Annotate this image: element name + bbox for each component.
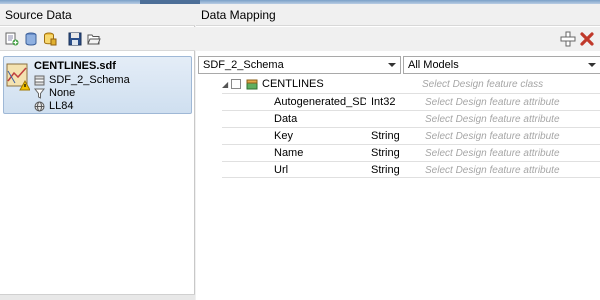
chevron-down-icon	[388, 63, 396, 67]
attribute-name: Key	[274, 130, 293, 142]
sdf-map-icon	[6, 63, 30, 91]
attribute-type: String	[371, 147, 400, 159]
attribute-row[interactable]: Autogenerated_SD... Int32 Select Design …	[222, 93, 600, 110]
attribute-hint[interactable]: Select Design feature attribute	[425, 128, 560, 145]
models-select[interactable]: All Models	[403, 56, 600, 74]
source-coordsys-row: LL84	[34, 100, 73, 112]
attribute-name: Url	[274, 164, 289, 176]
add-database-icon[interactable]	[23, 31, 39, 47]
delete-icon[interactable]	[579, 31, 595, 47]
add-yellow-database-icon[interactable]	[42, 31, 58, 47]
source-toolbar	[0, 27, 195, 51]
add-source-icon[interactable]	[4, 31, 20, 47]
collapse-triangle-icon[interactable]: ◢	[222, 76, 228, 93]
data-mapping-panel: Data Mapping SDF_2_Schema All Models ◢ C…	[196, 4, 600, 300]
feature-class-row[interactable]: ◢ CENTLINES Select Design feature class	[222, 76, 600, 93]
mapping-toolbar	[196, 27, 600, 51]
source-filter-label: None	[49, 87, 76, 99]
attribute-name: Data	[274, 113, 298, 125]
schema-select-value: SDF_2_Schema	[203, 59, 284, 71]
source-schema-label: SDF_2_Schema	[49, 74, 130, 86]
attribute-name: Autogenerated_SD...	[274, 96, 366, 108]
attribute-type: Int32	[371, 96, 396, 108]
source-item-centlines[interactable]: CENTLINES.sdf SDF_2_Schema None LL84	[3, 56, 192, 114]
models-select-value: All Models	[408, 59, 459, 71]
data-mapping-title: Data Mapping	[196, 4, 600, 26]
attribute-hint[interactable]: Select Design feature attribute	[425, 94, 560, 111]
attribute-row[interactable]: Data Select Design feature attribute	[222, 110, 600, 127]
filter-icon	[34, 88, 45, 99]
attribute-row[interactable]: Key String Select Design feature attribu…	[222, 127, 600, 144]
source-schema-row: SDF_2_Schema	[34, 74, 130, 86]
attribute-row[interactable]: Url String Select Design feature attribu…	[222, 161, 600, 178]
source-data-title: Source Data	[0, 4, 195, 26]
open-folder-icon[interactable]	[86, 31, 102, 47]
attribute-type: String	[371, 130, 400, 142]
feature-class-checkbox[interactable]	[231, 79, 241, 89]
add-icon[interactable]	[560, 31, 576, 47]
source-coordsys-label: LL84	[49, 100, 74, 112]
source-file-name: CENTLINES.sdf	[34, 60, 116, 72]
globe-icon	[34, 101, 45, 112]
source-data-panel: Source Data CENTLINES.sdf SDF_2_Schema N…	[0, 4, 195, 300]
left-panel-scrollbar[interactable]	[0, 294, 195, 300]
schema-select[interactable]: SDF_2_Schema	[198, 56, 401, 74]
attribute-row[interactable]: Name String Select Design feature attrib…	[222, 144, 600, 161]
attribute-hint[interactable]: Select Design feature attribute	[425, 111, 560, 128]
chevron-down-icon	[588, 63, 596, 67]
feature-class-name: CENTLINES	[262, 78, 324, 90]
schema-icon	[34, 75, 45, 86]
feature-class-hint[interactable]: Select Design feature class	[422, 76, 543, 93]
save-icon[interactable]	[67, 31, 83, 47]
attribute-hint[interactable]: Select Design feature attribute	[425, 145, 560, 162]
attribute-name: Name	[274, 147, 304, 159]
feature-class-icon	[246, 79, 258, 90]
attribute-hint[interactable]: Select Design feature attribute	[425, 162, 560, 179]
source-filter-row: None	[34, 87, 75, 99]
attribute-type: String	[371, 164, 400, 176]
